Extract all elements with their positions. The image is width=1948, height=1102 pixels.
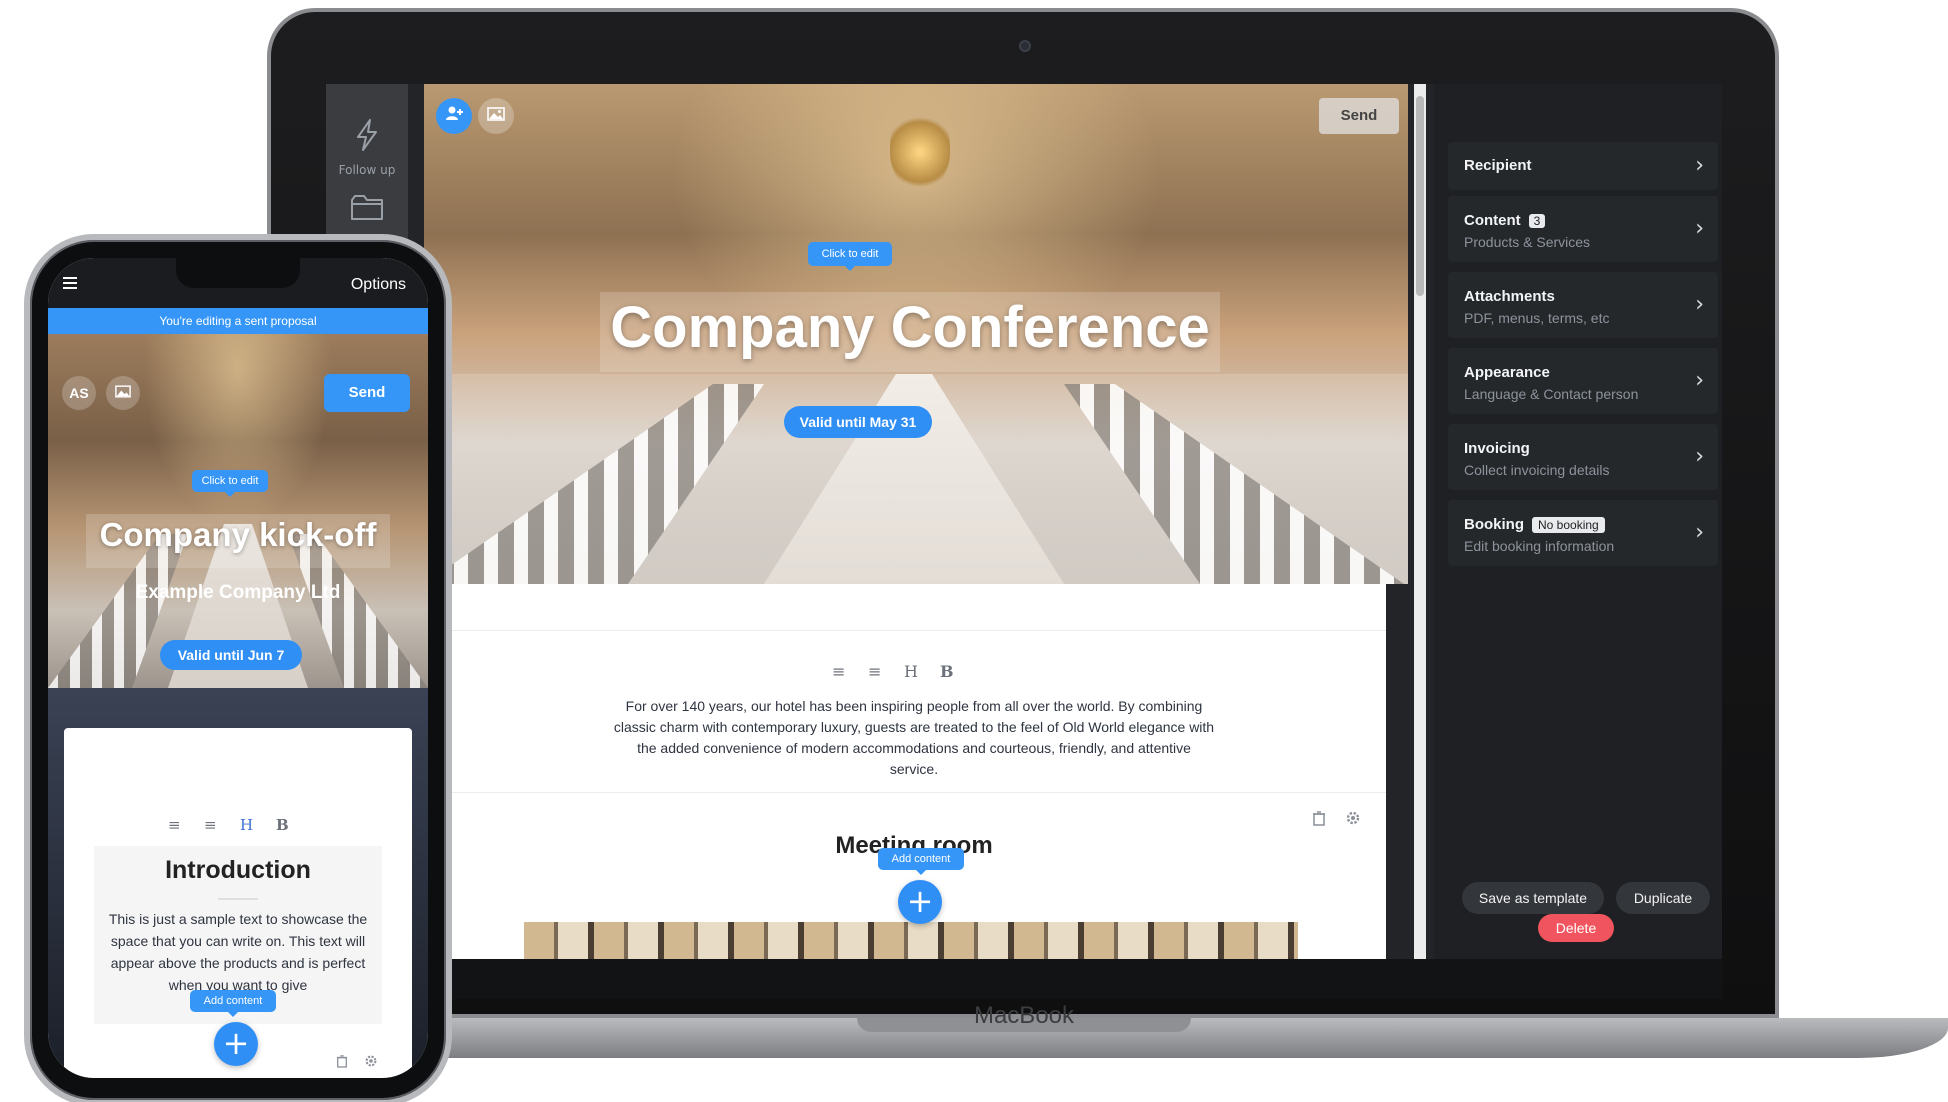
panel-item-subtitle: Products & Services [1464,234,1591,250]
phone-notch [176,258,300,288]
intro-text[interactable]: For over 140 years, our hotel has been i… [612,696,1216,780]
meeting-room-photo [524,922,1298,959]
phone-screen: Options You're editing a sent proposal A… [48,258,428,1078]
phone-hero-image[interactable]: AS Send Click to edit Company kick-off E… [48,334,428,688]
add-person-icon [445,106,463,125]
panel-item-label: Booking [1464,516,1524,533]
chevron-right-icon: › [1695,216,1704,241]
company-name[interactable]: Example Company Ltd [48,582,428,604]
intro-text[interactable]: This is just a sample text to showcase t… [100,908,376,996]
heading-button[interactable]: H [240,816,253,834]
chevron-right-icon: › [1695,292,1704,317]
chevron-right-icon: › [1695,444,1704,469]
bold-button[interactable]: B [276,816,289,834]
send-button[interactable]: Send [1319,98,1399,134]
panel-item-subtitle: Language & Contact person [1464,386,1639,402]
panel-item-title: Content 3 [1464,212,1546,229]
trash-icon[interactable] [336,1054,348,1072]
intro-title[interactable]: Introduction [64,856,412,885]
panel-item-subtitle: Collect invoicing details [1464,462,1610,478]
valid-until-badge[interactable]: Valid until Jun 7 [160,640,302,670]
image-icon [487,107,505,125]
gear-icon[interactable] [1345,810,1361,830]
delete-button[interactable]: Delete [1538,914,1614,942]
divider [218,898,258,900]
panel-item-title: Attachments [1464,288,1555,305]
add-content-tooltip: Add content [190,990,276,1017]
settings-panel: Recipient › Content 3 Products & Services… [1434,84,1722,959]
avatar[interactable]: AS [62,376,96,410]
panel-item-subtitle: PDF, menus, terms, etc [1464,310,1610,326]
panel-item-appearance[interactable]: Appearance Language & Contact person › [1448,348,1718,414]
panel-item-content[interactable]: Content 3 Products & Services › [1448,196,1718,262]
phone-content-card: ≡ ≡ H B Introduction This is just a samp… [64,728,412,1078]
panel-item-title: Invoicing [1464,440,1530,457]
image-icon [115,385,131,401]
image-button[interactable] [478,98,514,134]
heading-button[interactable]: H [904,662,918,681]
chevron-right-icon: › [1695,520,1704,545]
align-center-button[interactable]: ≡ [868,662,881,681]
trash-icon[interactable] [1312,810,1326,830]
lightning-icon [326,118,408,159]
chandelier-image [890,112,950,192]
folder-icon [326,192,408,229]
camera-icon [1019,40,1031,52]
panel-item-invoicing[interactable]: Invoicing Collect invoicing details › [1448,424,1718,490]
panel-item-title: Booking No booking [1464,516,1605,533]
count-badge: 3 [1528,214,1546,228]
valid-until-badge[interactable]: Valid until May 31 [784,406,932,438]
chevron-right-icon: › [1695,368,1704,393]
panel-item-title: Recipient [1464,157,1532,174]
align-center-button[interactable]: ≡ [204,816,217,834]
image-button[interactable] [106,376,140,410]
hero-title[interactable]: Company kick-off [48,516,428,554]
booking-status-badge: No booking [1532,517,1605,533]
add-content-button[interactable]: + [898,880,942,924]
send-button[interactable]: Send [324,374,410,412]
laptop-bezel [326,959,1722,999]
bold-button[interactable]: B [940,662,954,681]
panel-item-recipient[interactable]: Recipient › [1448,142,1718,190]
add-content-button[interactable]: + [214,1022,258,1066]
panel-item-label: Content [1464,212,1521,229]
duplicate-button[interactable]: Duplicate [1616,882,1710,914]
save-as-template-button[interactable]: Save as template [1462,882,1604,914]
divider [442,630,1386,631]
align-left-button[interactable]: ≡ [168,816,181,834]
laptop-screen: Follow up Click to edit Company Conferen… [326,84,1722,959]
chevron-right-icon: › [1695,153,1704,178]
gear-icon[interactable] [364,1054,378,1072]
content-card: ≡ ≡ H B For over 140 years, our hotel ha… [442,584,1386,959]
scrollbar-thumb[interactable] [1416,96,1424,296]
add-content-tooltip: Add content [878,848,964,875]
panel-item-subtitle: Edit booking information [1464,538,1615,554]
panel-item-booking[interactable]: Booking No booking Edit booking informati… [1448,500,1718,566]
hero-title[interactable]: Company Conference [594,294,1226,361]
follow-up-label: Follow up [338,163,396,177]
hamburger-menu-icon[interactable] [62,274,78,295]
add-person-button[interactable] [436,98,472,134]
folder-button[interactable] [326,192,408,229]
panel-item-attachments[interactable]: Attachments PDF, menus, terms, etc › [1448,272,1718,338]
device-mockup-stage: MacBook Follow up Click to edit Company … [0,0,1948,1102]
hero-image[interactable]: Click to edit Company Conference Valid u… [424,84,1408,584]
follow-up-button[interactable]: Follow up [326,118,408,177]
click-to-edit-tooltip[interactable]: Click to edit [192,470,268,497]
panel-item-title: Appearance [1464,364,1550,381]
options-button[interactable]: Options [351,276,406,294]
click-to-edit-tooltip[interactable]: Click to edit [808,242,892,271]
align-left-button[interactable]: ≡ [832,662,845,681]
divider [442,792,1386,793]
editing-banner: You're editing a sent proposal [48,308,428,334]
